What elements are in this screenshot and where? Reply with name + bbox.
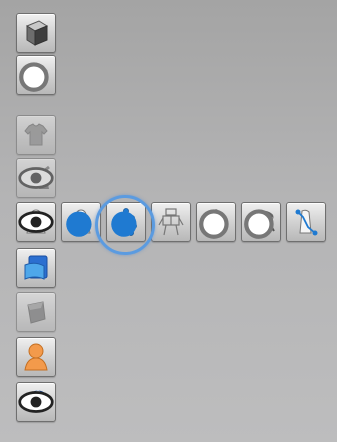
box-icon (25, 20, 49, 46)
selection-highlight-ring (95, 195, 155, 255)
flyout-arrangement-button[interactable] (286, 202, 326, 242)
tool-box-button[interactable] (16, 13, 56, 53)
fabric-icon (27, 301, 46, 324)
tool-globe-visibility-button[interactable] (16, 382, 56, 422)
corner-indicator-icon (19, 62, 49, 92)
tool-avatar-visibility-button[interactable] (16, 202, 56, 242)
eye-icon (18, 211, 54, 233)
eye-icon (18, 391, 54, 413)
flyout-skeleton-points-button[interactable] (196, 202, 236, 242)
corner-indicator-icon (244, 209, 274, 239)
tool-avatar-button[interactable] (16, 337, 56, 377)
tool-brush-visibility-button[interactable] (16, 158, 56, 198)
tool-garment-button[interactable] (16, 55, 56, 95)
corner-indicator-icon (199, 209, 229, 239)
arrangement-icon (295, 209, 318, 236)
document-icon (24, 255, 48, 280)
shirt-icon (24, 123, 48, 146)
flyout-measure-tape-button[interactable] (241, 202, 281, 242)
tool-shirt-button[interactable] (16, 115, 56, 155)
tool-fabric-button[interactable] (16, 292, 56, 332)
flyout-skeleton-grid-button[interactable] (151, 202, 191, 242)
tool-document-button[interactable] (16, 248, 56, 288)
eye-icon (18, 167, 54, 189)
avatar-orange-icon (24, 343, 48, 371)
skeleton-grid-icon (158, 208, 184, 236)
